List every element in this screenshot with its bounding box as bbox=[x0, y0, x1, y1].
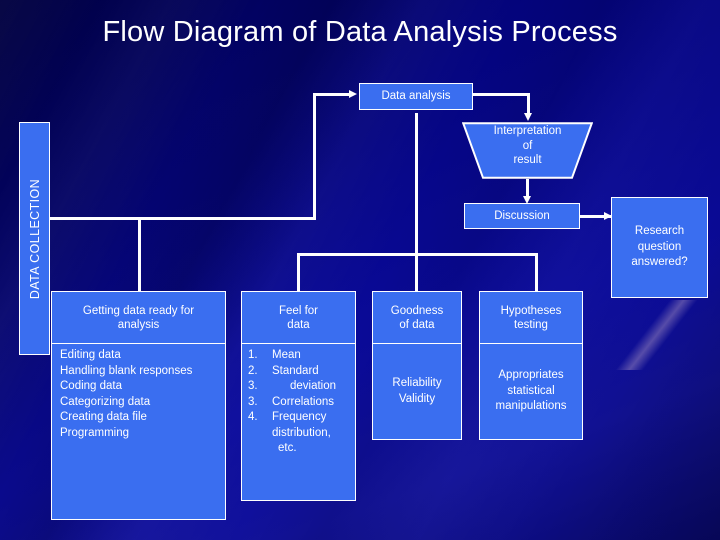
list-item: Creating data file bbox=[60, 411, 147, 423]
list-item-number: 1. bbox=[248, 349, 258, 361]
interpretation-line-2: of bbox=[522, 139, 533, 152]
getting-data-ready-header-line-1: Getting data ready for bbox=[82, 304, 195, 317]
node-interpretation-label: Interpretation of result bbox=[462, 124, 593, 168]
list-item-label: Mean bbox=[272, 349, 301, 361]
list-item-number: 3. bbox=[248, 380, 258, 392]
connector-into-data-analysis bbox=[313, 93, 351, 96]
list-item: 3. deviation bbox=[242, 379, 355, 395]
list-item-number: 4. bbox=[248, 411, 258, 423]
list-item: Coding data bbox=[60, 380, 123, 392]
research-question-line-1: Research bbox=[634, 225, 685, 238]
column-goodness-of-data-body[interactable]: Reliability Validity bbox=[372, 344, 462, 440]
hypotheses-header-line-1: Hypotheses bbox=[500, 304, 562, 317]
arrowhead-into-interpretation bbox=[524, 113, 532, 121]
feel-for-data-header-line-1: Feel for bbox=[279, 304, 318, 317]
column-feel-for-data-body[interactable]: 1. Mean 2. Standard 3. deviation 3. Corr… bbox=[241, 344, 356, 501]
column-feel-for-data-header[interactable]: Feel for data bbox=[241, 291, 356, 344]
list-item-label: Correlations bbox=[272, 395, 334, 408]
node-discussion[interactable]: Discussion bbox=[464, 203, 580, 229]
list-item-continuation: distribution, bbox=[272, 426, 331, 439]
list-item-continuation: etc. bbox=[278, 442, 297, 454]
connector-drop-feel-for-data bbox=[297, 253, 300, 291]
goodness-header-line-2: of data bbox=[399, 318, 435, 331]
column-goodness-of-data: Goodness of data Reliability Validity bbox=[372, 291, 462, 440]
node-data-analysis[interactable]: Data analysis bbox=[359, 83, 473, 110]
slide-canvas: Flow Diagram of Data Analysis Process DA… bbox=[0, 0, 720, 540]
list-item-label: Standard bbox=[272, 364, 319, 377]
hypotheses-body-line-3: manipulations bbox=[495, 400, 567, 413]
list-item: Handling blank responses bbox=[60, 364, 193, 377]
connector-analysis-to-interpretation-v bbox=[527, 93, 530, 115]
research-question-line-3: answered? bbox=[631, 256, 688, 269]
list-item: Editing data bbox=[60, 349, 121, 361]
goodness-body-line-1: Reliability bbox=[392, 377, 442, 389]
column-getting-data-ready-header[interactable]: Getting data ready for analysis bbox=[51, 291, 226, 344]
list-item: Categorizing data bbox=[60, 395, 151, 408]
list-item: 4. Frequency bbox=[242, 410, 355, 426]
connector-drop-getting-data-ready bbox=[138, 217, 141, 291]
feel-for-data-header-line-2: data bbox=[287, 318, 310, 331]
column-hypotheses-testing-header[interactable]: Hypotheses testing bbox=[479, 291, 583, 344]
node-research-question[interactable]: Research question answered? bbox=[611, 197, 708, 298]
getting-data-ready-header-line-2: analysis bbox=[117, 318, 160, 331]
column-getting-data-ready: Getting data ready for analysis Editing … bbox=[51, 291, 226, 520]
connector-drop-goodness bbox=[415, 253, 418, 291]
node-discussion-label: Discussion bbox=[494, 210, 550, 222]
connector-collection-horizontal bbox=[50, 217, 316, 220]
list-item-number: 3. bbox=[248, 395, 258, 408]
connector-drop-hypotheses bbox=[535, 253, 538, 291]
hypotheses-header-line-2: testing bbox=[514, 318, 548, 331]
column-getting-data-ready-body[interactable]: Editing data Handling blank responses Co… bbox=[51, 344, 226, 520]
goodness-body-line-2: Validity bbox=[398, 392, 436, 405]
node-interpretation-of-result[interactable]: Interpretation of result bbox=[462, 122, 593, 179]
column-goodness-of-data-header[interactable]: Goodness of data bbox=[372, 291, 462, 344]
data-collection-bar: DATA COLLECTION bbox=[19, 122, 50, 355]
connector-collection-riser bbox=[313, 93, 316, 220]
list-item-label: deviation bbox=[290, 380, 337, 392]
arrowhead-into-data-analysis bbox=[349, 90, 357, 98]
hypotheses-body-line-2: statistical bbox=[507, 384, 555, 397]
page-title: Flow Diagram of Data Analysis Process bbox=[102, 16, 618, 48]
column-hypotheses-testing: Hypotheses testing Appropriates statisti… bbox=[479, 291, 583, 440]
list-item: 2. Standard bbox=[242, 364, 355, 380]
list-item-label: Frequency bbox=[272, 411, 327, 423]
list-item: Programming bbox=[60, 426, 130, 439]
column-hypotheses-testing-body[interactable]: Appropriates statistical manipulations bbox=[479, 344, 583, 440]
column-feel-for-data: Feel for data 1. Mean 2. Standard 3. dev… bbox=[241, 291, 356, 501]
connector-analysis-to-interpretation-h bbox=[472, 93, 530, 96]
goodness-header-line-1: Goodness bbox=[390, 304, 444, 317]
list-item: 1. Mean bbox=[242, 348, 355, 364]
interpretation-line-3: result bbox=[513, 154, 542, 166]
list-item-number: 2. bbox=[248, 364, 258, 377]
node-data-analysis-label: Data analysis bbox=[381, 90, 451, 102]
list-item: 3. Correlations bbox=[242, 395, 355, 411]
interpretation-line-1: Interpretation bbox=[493, 125, 562, 137]
data-collection-label: DATA COLLECTION bbox=[27, 178, 42, 299]
research-question-line-2: question bbox=[637, 240, 682, 253]
hypotheses-body-line-1: Appropriates bbox=[498, 369, 564, 382]
connector-analysis-down-trunk bbox=[415, 113, 418, 255]
